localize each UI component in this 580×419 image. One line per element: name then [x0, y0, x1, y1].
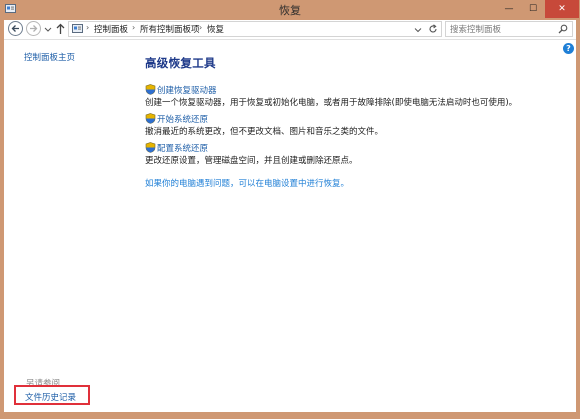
maximize-button[interactable]: ☐ — [521, 0, 545, 18]
control-panel-home-link[interactable]: 控制面板主页 — [24, 51, 75, 63]
back-button[interactable] — [8, 21, 23, 36]
forward-arrow-icon — [30, 25, 38, 32]
create-recovery-drive-link[interactable]: 创建恢复驱动器 — [157, 84, 217, 96]
search-icon[interactable] — [558, 24, 568, 34]
search-input[interactable]: 搜索控制面板 — [445, 21, 573, 37]
maximize-icon: ☐ — [528, 4, 538, 14]
breadcrumb-separator[interactable]: › — [199, 23, 202, 32]
control-panel-icon — [72, 24, 83, 33]
window-bottom-border — [0, 412, 580, 419]
configure-system-restore-description: 更改还原设置，管理磁盘空间，并且创建或删除还原点。 — [145, 156, 358, 166]
content-pane: ? 控制面板主页 高级恢复工具 创建恢复驱动器 创建一个恢复驱动器，用于恢复或初… — [4, 40, 576, 412]
refresh-icon[interactable] — [428, 24, 438, 34]
uac-shield-icon — [145, 113, 156, 124]
breadcrumb-recovery[interactable]: 恢复 — [207, 23, 224, 35]
breadcrumb-all-items[interactable]: 所有控制面板项 — [140, 23, 200, 35]
minimize-icon: — — [504, 4, 514, 14]
recovery-window: 恢复 — ☐ ✕ › 控制面板 › 所有控制面板项 › 恢复 搜索控制面板 ? … — [0, 0, 580, 419]
file-history-link[interactable]: 文件历史记录 — [25, 391, 76, 403]
uac-shield-icon — [145, 142, 156, 153]
close-button[interactable]: ✕ — [545, 0, 579, 18]
minimize-button[interactable]: — — [497, 0, 521, 18]
pc-settings-recovery-link[interactable]: 如果你的电脑遇到问题，可以在电脑设置中进行恢复。 — [145, 177, 349, 189]
start-system-restore-description: 撤消最近的系统更改，但不更改文档、图片和音乐之类的文件。 — [145, 127, 384, 137]
up-arrow-icon[interactable] — [56, 23, 65, 35]
address-history-chevron-down-icon[interactable] — [414, 26, 422, 34]
search-placeholder: 搜索控制面板 — [450, 25, 502, 35]
title-bar[interactable]: 恢复 — ☐ ✕ — [0, 0, 580, 20]
uac-shield-icon — [145, 84, 156, 95]
tool-configure-system-restore: 配置系统还原 更改还原设置，管理磁盘空间，并且创建或删除还原点。 — [145, 142, 565, 166]
tool-create-recovery-drive: 创建恢复驱动器 创建一个恢复驱动器，用于恢复或初始化电脑，或者用于故障排除(即使… — [145, 84, 565, 108]
breadcrumb-control-panel[interactable]: 控制面板 — [94, 23, 128, 35]
navigation-bar: › 控制面板 › 所有控制面板项 › 恢复 搜索控制面板 — [4, 20, 576, 40]
create-recovery-drive-description: 创建一个恢复驱动器，用于恢复或初始化电脑，或者用于故障排除(即使电脑无法启动时也… — [145, 98, 518, 108]
breadcrumb-separator[interactable]: › — [132, 23, 135, 32]
page-title: 高级恢复工具 — [145, 56, 216, 70]
breadcrumb-separator[interactable]: › — [86, 23, 89, 32]
tool-start-system-restore: 开始系统还原 撤消最近的系统更改，但不更改文档、图片和音乐之类的文件。 — [145, 113, 565, 137]
start-system-restore-link[interactable]: 开始系统还原 — [157, 113, 208, 125]
address-field[interactable]: › 控制面板 › 所有控制面板项 › 恢复 — [68, 21, 442, 37]
forward-button[interactable] — [26, 21, 41, 36]
recent-pages-chevron-down-icon[interactable] — [44, 24, 52, 34]
help-icon[interactable]: ? — [563, 43, 574, 54]
window-title: 恢复 — [279, 4, 301, 17]
back-arrow-icon — [11, 25, 19, 32]
close-icon: ✕ — [558, 4, 566, 14]
configure-system-restore-link[interactable]: 配置系统还原 — [157, 142, 208, 154]
